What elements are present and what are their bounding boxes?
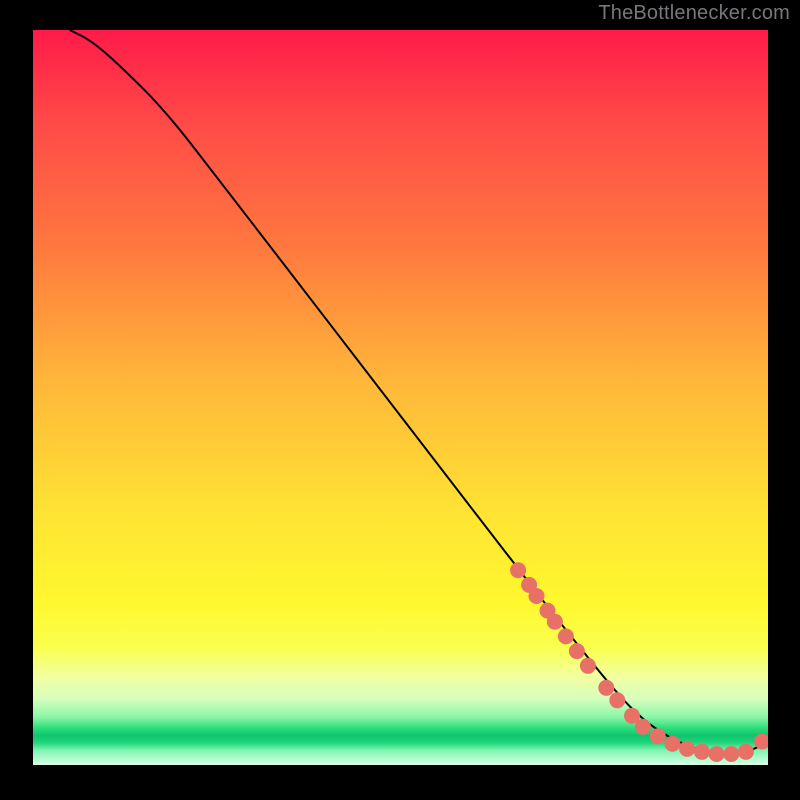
chart-svg (33, 30, 768, 765)
figure-frame: TheBottlenecker.com (0, 0, 800, 800)
plot-area (33, 30, 768, 765)
data-point-marker (679, 741, 695, 757)
data-point-marker (609, 692, 625, 708)
data-point-marker (650, 728, 666, 744)
data-point-marker (665, 736, 681, 752)
data-point-marker (723, 746, 739, 762)
data-point-marker (569, 643, 585, 659)
data-point-marker (547, 614, 563, 630)
data-point-marker (558, 628, 574, 644)
data-point-marker (635, 719, 651, 735)
data-point-marker (529, 588, 545, 604)
attribution-text: TheBottlenecker.com (598, 2, 790, 25)
data-point-marker (738, 744, 754, 760)
data-point-marker (709, 746, 725, 762)
data-point-marker (510, 562, 526, 578)
data-point-marker (598, 680, 614, 696)
data-point-marker (694, 744, 710, 760)
curve-line (70, 30, 768, 754)
marker-group (510, 562, 768, 762)
data-point-marker (580, 658, 596, 674)
